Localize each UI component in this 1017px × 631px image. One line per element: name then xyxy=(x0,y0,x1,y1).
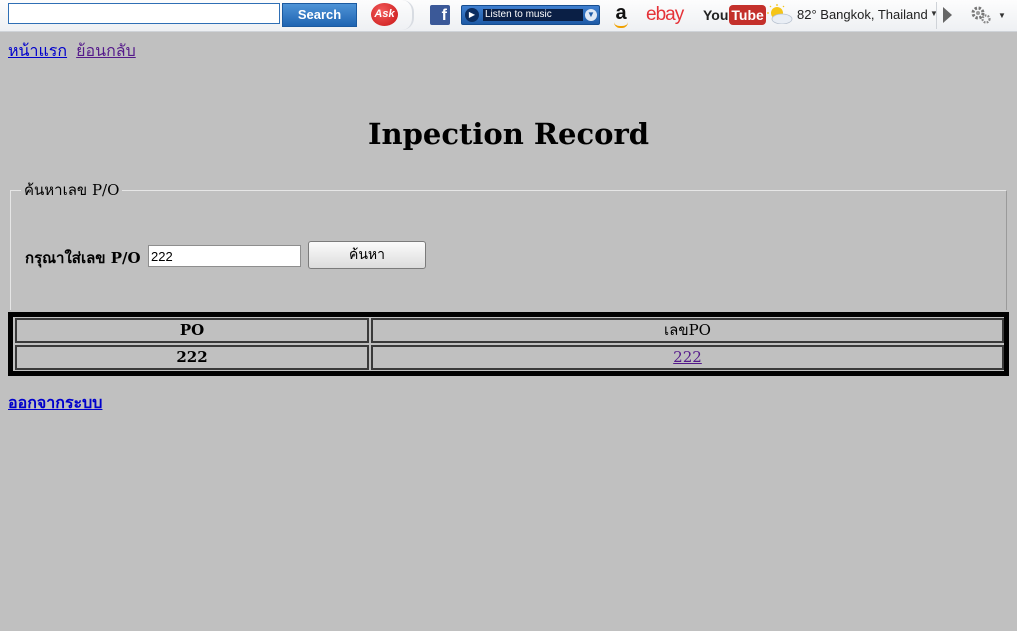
table-cell-po: 222 xyxy=(15,345,369,370)
amazon-label: a xyxy=(615,2,627,24)
ebay-label: ebay xyxy=(646,4,684,25)
po-search-fieldset: ค้นหาเลข P/O กรุณาใส่เลข P/O ค้นหา xyxy=(10,178,1007,310)
play-arrow-icon[interactable] xyxy=(943,7,952,23)
gear-icon[interactable] xyxy=(970,5,992,25)
amazon-icon[interactable]: a xyxy=(612,2,630,28)
play-icon[interactable]: ▶ xyxy=(465,8,479,22)
weather-text[interactable]: 82° Bangkok, Thailand xyxy=(797,7,928,22)
table-cell-po-link: 222 xyxy=(371,345,1004,370)
logout-link[interactable]: ออกจากระบบ xyxy=(8,393,102,412)
youtube-you-label: You xyxy=(703,7,729,23)
chevron-down-icon[interactable]: ▼ xyxy=(585,9,597,21)
po-number-input[interactable] xyxy=(148,245,301,267)
browser-toolbar: Search Ask f ▶ Listen to music ▼ a ebay … xyxy=(0,0,1017,32)
table-header-po: PO xyxy=(15,318,369,343)
chevron-down-icon[interactable]: ▼ xyxy=(998,11,1006,20)
logout-wrapper: ออกจากระบบ xyxy=(8,391,102,416)
music-label: Listen to music xyxy=(483,9,583,21)
youtube-tube-label: Tube xyxy=(729,5,766,25)
search-button[interactable]: ค้นหา xyxy=(308,241,426,269)
ebay-icon[interactable]: ebay xyxy=(646,4,684,26)
toolbar-search-button[interactable]: Search xyxy=(282,3,357,27)
table-cell-po-value: 222 xyxy=(176,348,208,366)
result-table: PO เลขPO 222 222 xyxy=(8,312,1009,376)
toolbar-search-input[interactable] xyxy=(8,3,280,24)
partly-cloudy-icon[interactable] xyxy=(767,4,793,24)
back-link[interactable]: ย้อนกลับ xyxy=(76,41,136,60)
po-input-label: กรุณาใส่เลข P/O xyxy=(25,249,141,267)
page-title: Inpection Record xyxy=(367,117,650,151)
po-search-legend: ค้นหาเลข P/O xyxy=(24,181,120,199)
toolbar-divider xyxy=(402,0,414,30)
amazon-smile-icon xyxy=(614,22,628,28)
toolbar-separator xyxy=(936,2,937,29)
table-header-po-label: PO xyxy=(179,321,205,339)
youtube-icon[interactable]: You Tube xyxy=(703,5,766,25)
nav-links: หน้าแรก ย้อนกลับ xyxy=(8,39,140,64)
po-link[interactable]: 222 xyxy=(673,348,702,366)
listen-to-music-widget[interactable]: ▶ Listen to music ▼ xyxy=(461,5,600,25)
facebook-icon[interactable]: f xyxy=(430,5,450,25)
ask-logo-icon[interactable]: Ask xyxy=(371,3,398,26)
home-link[interactable]: หน้าแรก xyxy=(8,41,67,60)
table-header-po-number: เลขPO xyxy=(371,318,1004,343)
